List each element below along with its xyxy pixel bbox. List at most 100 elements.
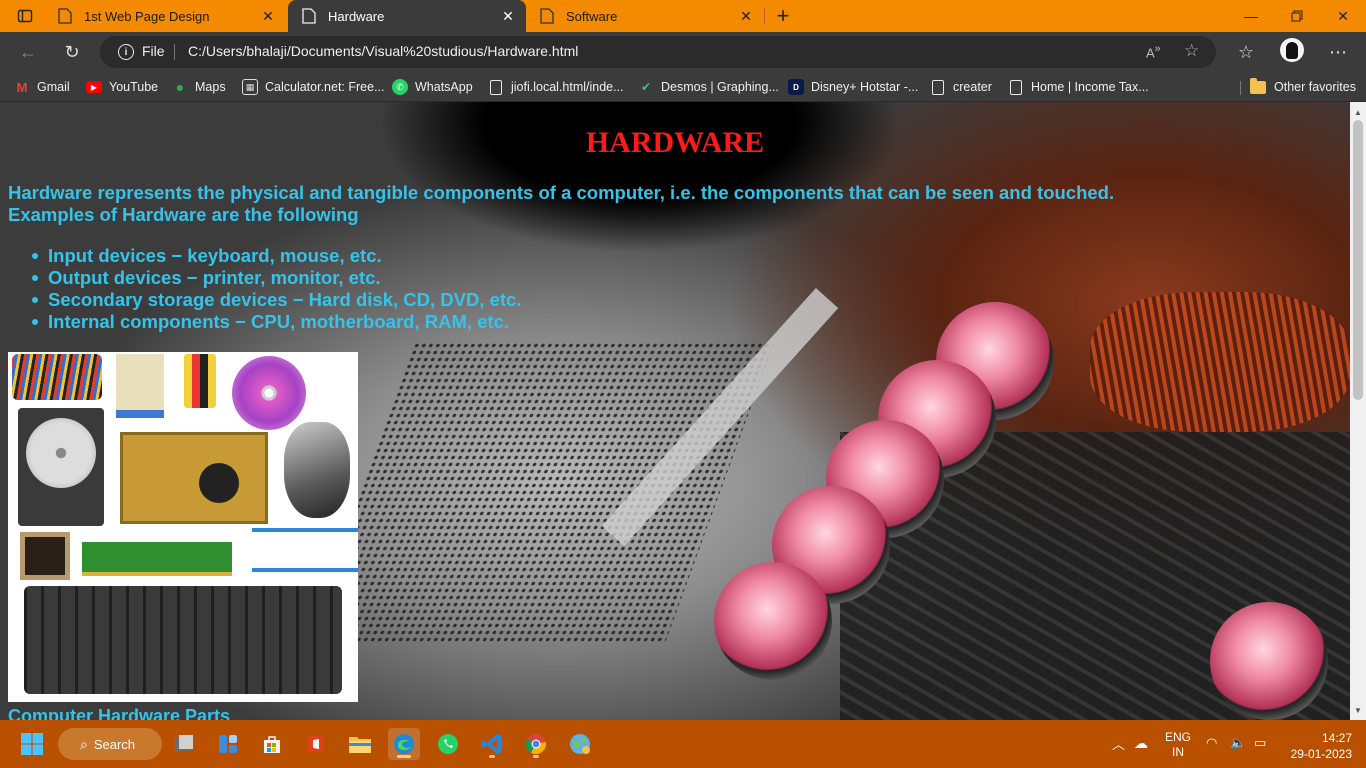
list-item: Output devices − printer, monitor, etc. xyxy=(31,267,521,289)
office-icon xyxy=(308,735,324,753)
new-tab-button[interactable]: + xyxy=(770,3,796,28)
language-code: ENG xyxy=(1165,730,1192,744)
language-indicator[interactable]: ENG IN xyxy=(1165,730,1191,760)
store-icon xyxy=(264,736,280,753)
graphics-card-image xyxy=(120,432,268,524)
scroll-thumb[interactable] xyxy=(1353,120,1363,400)
settings-menu-button[interactable]: ⋯ xyxy=(1324,38,1352,66)
office-button[interactable] xyxy=(300,728,332,760)
search-icon: ⌕ xyxy=(80,735,88,752)
region-code: IN xyxy=(1172,745,1184,759)
info-icon[interactable]: i xyxy=(118,44,134,60)
close-tab-icon[interactable]: ✕ xyxy=(498,6,518,26)
folder-icon xyxy=(1250,77,1266,94)
show-hidden-icons[interactable]: ︿ xyxy=(1112,734,1125,753)
close-window-button[interactable]: ✕ xyxy=(1320,0,1366,32)
edge-button[interactable] xyxy=(388,728,420,760)
tab-actions-button[interactable] xyxy=(10,6,40,26)
scroll-up-icon[interactable]: ▲ xyxy=(1350,104,1366,120)
restore-icon xyxy=(1291,10,1303,22)
favorites-divider xyxy=(1240,81,1241,95)
favorite-gmail[interactable]: M Gmail xyxy=(14,76,70,98)
chrome-icon xyxy=(526,734,547,755)
add-favorite-icon[interactable]: ☆ xyxy=(1184,41,1199,61)
ram-module-image xyxy=(82,542,232,576)
file-explorer-icon xyxy=(349,737,371,753)
hardware-examples-list: Input devices − keyboard, mouse, etc. Ou… xyxy=(31,245,522,333)
scroll-down-icon[interactable]: ▼ xyxy=(1350,702,1366,718)
widgets-button[interactable] xyxy=(212,728,244,760)
store-button[interactable] xyxy=(256,728,288,760)
task-view-button[interactable] xyxy=(168,728,200,760)
clock[interactable]: 14:27 29-01-2023 xyxy=(1291,730,1352,762)
vscode-icon xyxy=(481,734,502,754)
page-icon xyxy=(1010,79,1022,95)
minimize-button[interactable]: — xyxy=(1228,0,1274,32)
close-tab-icon[interactable]: ✕ xyxy=(258,6,278,26)
favorite-label: Gmail xyxy=(37,80,70,94)
whatsapp-taskbar-button[interactable] xyxy=(432,728,464,760)
page-icon xyxy=(540,8,554,24)
tab-software[interactable]: Software ✕ xyxy=(526,0,764,32)
favorite-income-tax[interactable]: Home | Income Tax... xyxy=(1008,76,1149,98)
other-favorites-label: Other favorites xyxy=(1274,80,1356,94)
capacitor xyxy=(1210,602,1328,720)
chrome-button[interactable] xyxy=(520,728,552,760)
section-heading: Computer Hardware Parts xyxy=(8,706,231,720)
address-url[interactable]: C:/Users/bhalaji/Documents/Visual%20stud… xyxy=(188,43,578,59)
favorite-label: jiofi.local.html/inde... xyxy=(511,80,624,94)
tab-strip: 1st Web Page Design ✕ Hardware ✕ Softwar… xyxy=(0,0,1366,32)
restore-button[interactable] xyxy=(1274,0,1320,32)
favorite-calculator[interactable]: ▦ Calculator.net: Free... xyxy=(242,76,385,98)
favorite-maps[interactable]: ● Maps xyxy=(172,76,226,98)
back-button[interactable]: ← xyxy=(14,38,42,66)
onedrive-cloud-icon[interactable]: ☁ xyxy=(1134,735,1148,752)
power-cables-image xyxy=(12,354,102,400)
start-button[interactable] xyxy=(16,728,48,760)
keyboard-image xyxy=(24,586,342,694)
favorite-desmos[interactable]: ✔ Desmos | Graphing... xyxy=(638,76,779,98)
tab-hardware[interactable]: Hardware ✕ xyxy=(288,0,526,32)
favorite-youtube[interactable]: ▶ YouTube xyxy=(86,76,158,98)
task-view-icon xyxy=(175,735,193,751)
battery-icon[interactable]: ▭ xyxy=(1254,735,1266,751)
close-tab-icon[interactable]: ✕ xyxy=(736,6,756,26)
read-aloud-icon[interactable]: A» xyxy=(1146,43,1161,60)
cd-disc-image xyxy=(232,356,306,430)
widgets-icon xyxy=(219,735,237,753)
page-icon xyxy=(490,79,502,95)
windows-icon xyxy=(21,733,43,755)
favorites-button[interactable]: ☆ xyxy=(1232,38,1260,66)
favorite-label: Calculator.net: Free... xyxy=(265,80,385,94)
volume-icon[interactable]: 🔈 xyxy=(1230,735,1246,751)
other-favorites-folder[interactable]: Other favorites xyxy=(1250,76,1356,98)
tab-1st-web-page-design[interactable]: 1st Web Page Design ✕ xyxy=(44,0,286,32)
taskbar: ⌕ Search ︿ ☁ ENG IN ◠ 🔈 ▭ 14:27 29-01-20… xyxy=(0,720,1366,768)
page-icon xyxy=(932,79,944,95)
list-item: Secondary storage devices − Hard disk, C… xyxy=(31,289,522,310)
favorite-whatsapp[interactable]: ✆ WhatsApp xyxy=(392,76,473,98)
desmos-icon: ✔ xyxy=(640,80,652,94)
running-indicator xyxy=(397,755,411,758)
edge-icon xyxy=(394,734,414,754)
network-app-button[interactable] xyxy=(564,728,596,760)
refresh-button[interactable]: ↻ xyxy=(58,38,86,66)
vscode-button[interactable] xyxy=(476,728,508,760)
page-scrollbar[interactable]: ▲ ▼ xyxy=(1350,102,1366,720)
taskbar-search[interactable]: ⌕ Search xyxy=(58,728,162,760)
address-bar[interactable]: i File C:/Users/bhalaji/Documents/Visual… xyxy=(100,36,1216,68)
tab-separator xyxy=(764,8,765,24)
favorite-hotstar[interactable]: D Disney+ Hotstar -... xyxy=(788,76,918,98)
wifi-icon[interactable]: ◠ xyxy=(1206,735,1217,751)
favorite-creater[interactable]: creater xyxy=(930,76,992,98)
file-explorer-button[interactable] xyxy=(344,728,376,760)
whatsapp-icon: ✆ xyxy=(392,79,408,95)
favorite-label: Maps xyxy=(195,80,226,94)
favorite-jiofi[interactable]: jiofi.local.html/inde... xyxy=(488,76,624,98)
favorite-label: WhatsApp xyxy=(415,80,473,94)
tab-title: Software xyxy=(566,8,618,24)
profile-avatar[interactable] xyxy=(1280,38,1304,62)
usb-cable-image xyxy=(252,528,358,572)
favorites-icon: ☆ xyxy=(1237,41,1255,62)
favorite-label: Disney+ Hotstar -... xyxy=(811,80,919,94)
